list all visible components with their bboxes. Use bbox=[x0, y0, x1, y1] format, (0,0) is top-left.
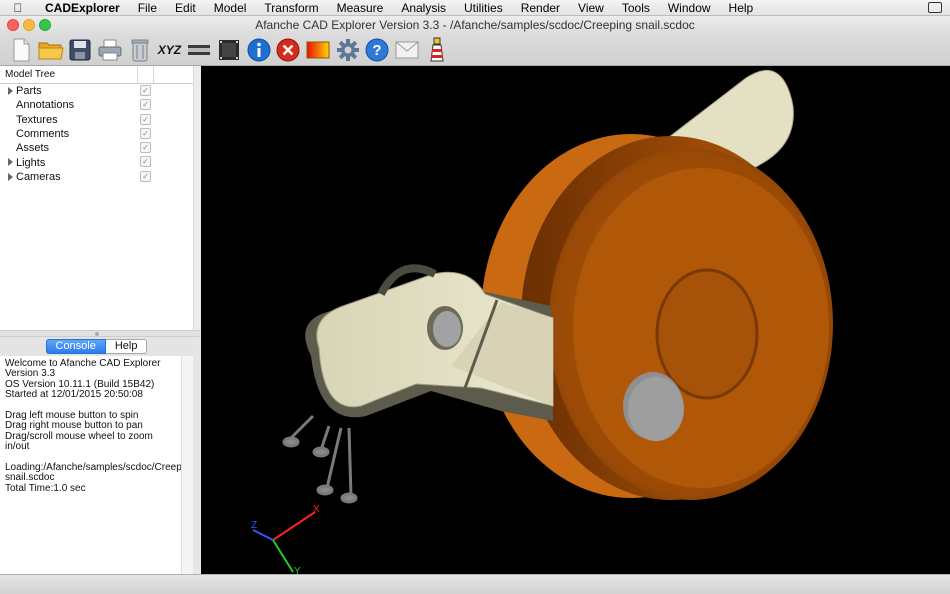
console-scrollbar[interactable] bbox=[181, 356, 193, 574]
disclosure-triangle-icon[interactable] bbox=[8, 172, 13, 181]
tree-item-cameras[interactable]: Cameras ✓ bbox=[0, 170, 193, 184]
console-line: Started at 12/01/2015 20:50:08 bbox=[5, 389, 143, 401]
print-icon[interactable] bbox=[97, 37, 123, 63]
new-document-icon[interactable] bbox=[8, 37, 34, 63]
disclosure-triangle-icon[interactable] bbox=[8, 87, 13, 95]
tree-item-assets[interactable]: Assets ✓ bbox=[0, 141, 193, 155]
menu-render[interactable]: Render bbox=[512, 0, 569, 16]
menu-transform[interactable]: Transform bbox=[255, 0, 327, 16]
airplay-icon[interactable] bbox=[928, 2, 942, 13]
menu-utilities[interactable]: Utilities bbox=[455, 0, 512, 16]
visibility-checkbox[interactable]: ✓ bbox=[140, 156, 151, 168]
menu-app[interactable]: CADExplorer bbox=[36, 0, 129, 16]
console-output: Welcome to Afanche CAD Explorer Version … bbox=[0, 356, 196, 574]
menu-view[interactable]: View bbox=[569, 0, 613, 16]
z-axis-label: Z bbox=[251, 520, 257, 531]
model-tree-check-column bbox=[138, 66, 154, 83]
xyz-label: XYZ bbox=[157, 42, 182, 57]
save-icon[interactable] bbox=[67, 37, 93, 63]
visibility-checkbox[interactable]: ✓ bbox=[140, 127, 151, 139]
tree-item-parts[interactable]: Parts ✓ bbox=[0, 84, 193, 98]
axis-triad: X Y Z bbox=[251, 504, 320, 574]
xyz-axes-icon[interactable]: XYZ bbox=[156, 37, 182, 63]
tree-scrollbar[interactable] bbox=[193, 66, 200, 330]
svg-text:?: ? bbox=[373, 42, 382, 59]
tree-item-lights[interactable]: Lights ✓ bbox=[0, 155, 193, 169]
tree-item-textures[interactable]: Textures ✓ bbox=[0, 113, 193, 127]
status-bar bbox=[0, 574, 950, 594]
menu-file[interactable]: File bbox=[129, 0, 166, 16]
toolbar: XYZ ? bbox=[0, 34, 950, 66]
left-panel: Model Tree Parts ✓ Annotations ✓ Texture… bbox=[0, 66, 200, 574]
model-render[interactable]: X Y Z bbox=[201, 66, 950, 574]
splitter-grip-icon bbox=[95, 332, 99, 336]
left-panel-scrollbar[interactable] bbox=[193, 337, 200, 574]
visibility-checkbox[interactable]: ✓ bbox=[140, 85, 151, 96]
help-icon[interactable]: ? bbox=[364, 37, 390, 63]
visibility-checkbox[interactable]: ✓ bbox=[140, 170, 151, 182]
menu-bar:  CADExplorer File Edit Model Transform … bbox=[0, 0, 950, 16]
model-tree: Model Tree Parts ✓ Annotations ✓ Texture… bbox=[0, 66, 193, 330]
tree-item-label: Textures bbox=[16, 113, 58, 126]
film-icon[interactable] bbox=[216, 37, 242, 63]
tab-help[interactable]: Help bbox=[105, 339, 148, 354]
console-line: Welcome to Afanche CAD Explorer Version … bbox=[5, 358, 161, 380]
z-axis-line bbox=[252, 529, 274, 541]
3d-viewport[interactable]: X Y Z bbox=[201, 66, 950, 574]
tree-item-annotations[interactable]: Annotations ✓ bbox=[0, 98, 193, 112]
console-line: Drag/scroll mouse wheel to zoom in/out bbox=[5, 430, 153, 453]
lighthouse-icon[interactable] bbox=[424, 37, 450, 63]
visibility-checkbox[interactable]: ✓ bbox=[140, 142, 151, 154]
apple-icon[interactable]:  bbox=[0, 1, 36, 15]
tree-item-label: Assets bbox=[16, 142, 50, 155]
menu-window[interactable]: Window bbox=[659, 0, 720, 16]
ruler-icon[interactable] bbox=[186, 37, 212, 63]
menu-tools[interactable]: Tools bbox=[613, 0, 659, 16]
menu-measure[interactable]: Measure bbox=[328, 0, 393, 16]
model-tree-header: Model Tree bbox=[0, 66, 193, 84]
menu-model[interactable]: Model bbox=[205, 0, 256, 16]
gear-icon[interactable] bbox=[335, 37, 361, 63]
menu-help[interactable]: Help bbox=[720, 0, 763, 16]
app-window: Afanche CAD Explorer Version 3.3 - /Afan… bbox=[0, 16, 950, 594]
tree-item-comments[interactable]: Comments ✓ bbox=[0, 127, 193, 141]
tree-item-label: Comments bbox=[16, 128, 70, 141]
visibility-checkbox[interactable]: ✓ bbox=[140, 113, 151, 125]
title-bar: Afanche CAD Explorer Version 3.3 - /Afan… bbox=[0, 16, 950, 34]
menu-analysis[interactable]: Analysis bbox=[392, 0, 455, 16]
open-folder-icon[interactable] bbox=[38, 37, 64, 63]
tree-item-label: Annotations bbox=[16, 99, 75, 112]
tab-console[interactable]: Console bbox=[45, 339, 106, 354]
tree-item-label: Parts bbox=[16, 85, 42, 98]
disclosure-triangle-icon[interactable] bbox=[8, 158, 13, 167]
color-gradient-icon[interactable] bbox=[305, 37, 331, 63]
window-title: Afanche CAD Explorer Version 3.3 - /Afan… bbox=[255, 18, 695, 32]
stop-icon[interactable] bbox=[275, 37, 301, 63]
console-tab-bar: Console Help bbox=[0, 337, 193, 356]
tree-item-label: Cameras bbox=[16, 170, 61, 183]
mail-icon[interactable] bbox=[394, 37, 420, 63]
model-tree-title: Model Tree bbox=[0, 66, 138, 83]
x-axis-label: X bbox=[313, 504, 320, 515]
antenna-pins bbox=[282, 414, 358, 504]
panel-splitter[interactable] bbox=[0, 330, 200, 337]
menu-edit[interactable]: Edit bbox=[166, 0, 205, 16]
y-axis-line bbox=[272, 539, 294, 573]
x-axis-line bbox=[272, 511, 316, 541]
console-line: Total Time:1.0 sec bbox=[5, 482, 86, 494]
visibility-checkbox[interactable]: ✓ bbox=[140, 99, 151, 111]
y-axis-label: Y bbox=[294, 566, 301, 574]
trash-icon[interactable] bbox=[127, 37, 153, 63]
info-icon[interactable] bbox=[246, 37, 272, 63]
console-line: Loading:/Afanche/samples/scdoc/Creeping … bbox=[5, 462, 196, 484]
tree-item-label: Lights bbox=[16, 156, 46, 169]
